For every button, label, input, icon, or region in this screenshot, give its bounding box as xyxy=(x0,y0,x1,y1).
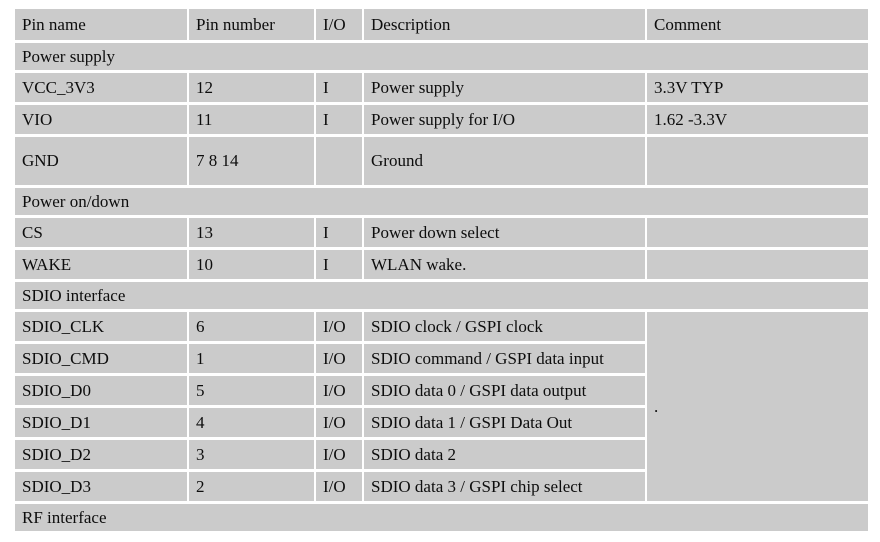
column-header-io: I/O xyxy=(316,9,362,40)
column-header-description: Description xyxy=(364,9,645,40)
cell-pin-name: SDIO_D0 xyxy=(15,376,187,405)
column-header-row: Pin name Pin number I/O Description Comm… xyxy=(15,9,868,40)
cell-comment: 1.62 -3.3V xyxy=(647,105,868,134)
cell-pin-name: SDIO_D3 xyxy=(15,472,187,501)
cell-pin-number: 13 xyxy=(189,218,314,247)
cell-pin-number: 1 xyxy=(189,344,314,373)
cell-description: WLAN wake. xyxy=(364,250,645,279)
cell-io: I xyxy=(316,73,362,102)
table-row: VIO 11 I Power supply for I/O 1.62 -3.3V xyxy=(15,105,868,134)
section-header-row: SDIO interface xyxy=(15,282,868,309)
pin-description-table: Pin name Pin number I/O Description Comm… xyxy=(13,6,870,534)
cell-pin-name: GND xyxy=(15,137,187,185)
column-header-pin-name: Pin name xyxy=(15,9,187,40)
section-header-row: RF interface xyxy=(15,504,868,531)
cell-description: Power supply xyxy=(364,73,645,102)
cell-pin-number: 11 xyxy=(189,105,314,134)
section-title: SDIO interface xyxy=(15,282,868,309)
cell-description: SDIO data 2 xyxy=(364,440,645,469)
cell-pin-number: 5 xyxy=(189,376,314,405)
cell-description: SDIO data 1 / GSPI Data Out xyxy=(364,408,645,437)
section-title: RF interface xyxy=(15,504,868,531)
cell-pin-name: SDIO_CMD xyxy=(15,344,187,373)
table-row: GND 7 8 14 Ground xyxy=(15,137,868,185)
cell-comment xyxy=(647,218,868,247)
cell-io: I/O xyxy=(316,376,362,405)
cell-pin-number: 2 xyxy=(189,472,314,501)
cell-comment xyxy=(647,137,868,185)
cell-io: I/O xyxy=(316,408,362,437)
cell-io: I xyxy=(316,105,362,134)
cell-comment xyxy=(647,250,868,279)
cell-pin-number: 4 xyxy=(189,408,314,437)
cell-io: I/O xyxy=(316,440,362,469)
cell-description: Power supply for I/O xyxy=(364,105,645,134)
cell-io: I xyxy=(316,218,362,247)
cell-pin-number: 7 8 14 xyxy=(189,137,314,185)
cell-pin-number: 10 xyxy=(189,250,314,279)
cell-description: SDIO data 3 / GSPI chip select xyxy=(364,472,645,501)
cell-io: I/O xyxy=(316,312,362,341)
table-row: VCC_3V3 12 I Power supply 3.3V TYP xyxy=(15,73,868,102)
cell-description: Ground xyxy=(364,137,645,185)
cell-description: SDIO command / GSPI data input xyxy=(364,344,645,373)
cell-io: I/O xyxy=(316,472,362,501)
cell-comment-merged: . xyxy=(647,312,868,501)
cell-pin-number: 12 xyxy=(189,73,314,102)
table-body: Power supply VCC_3V3 12 I Power supply 3.3V T… xyxy=(15,43,868,531)
cell-pin-name: VCC_3V3 xyxy=(15,73,187,102)
cell-pin-name: SDIO_CLK xyxy=(15,312,187,341)
cell-description: Power down select xyxy=(364,218,645,247)
section-title: Power on/down xyxy=(15,188,868,215)
cell-io xyxy=(316,137,362,185)
cell-pin-number: 6 xyxy=(189,312,314,341)
cell-pin-name: VIO xyxy=(15,105,187,134)
table-row: WAKE 10 I WLAN wake. xyxy=(15,250,868,279)
cell-description: SDIO data 0 / GSPI data output xyxy=(364,376,645,405)
cell-pin-name: WAKE xyxy=(15,250,187,279)
table-row: SDIO_CLK 6 I/O SDIO clock / GSPI clock. xyxy=(15,312,868,501)
cell-description: SDIO clock / GSPI clock xyxy=(364,312,645,341)
cell-io: I/O xyxy=(316,344,362,373)
cell-pin-name: CS xyxy=(15,218,187,247)
cell-pin-number: 3 xyxy=(189,440,314,469)
cell-pin-name: SDIO_D2 xyxy=(15,440,187,469)
column-header-comment: Comment xyxy=(647,9,868,40)
section-title: Power supply xyxy=(15,43,868,70)
cell-pin-name: SDIO_D1 xyxy=(15,408,187,437)
section-header-row: Power supply xyxy=(15,43,868,70)
section-header-row: Power on/down xyxy=(15,188,868,215)
column-header-pin-number: Pin number xyxy=(189,9,314,40)
cell-io: I xyxy=(316,250,362,279)
table-row: CS 13 I Power down select xyxy=(15,218,868,247)
cell-comment: 3.3V TYP xyxy=(647,73,868,102)
table-head: Pin name Pin number I/O Description Comm… xyxy=(15,9,868,40)
